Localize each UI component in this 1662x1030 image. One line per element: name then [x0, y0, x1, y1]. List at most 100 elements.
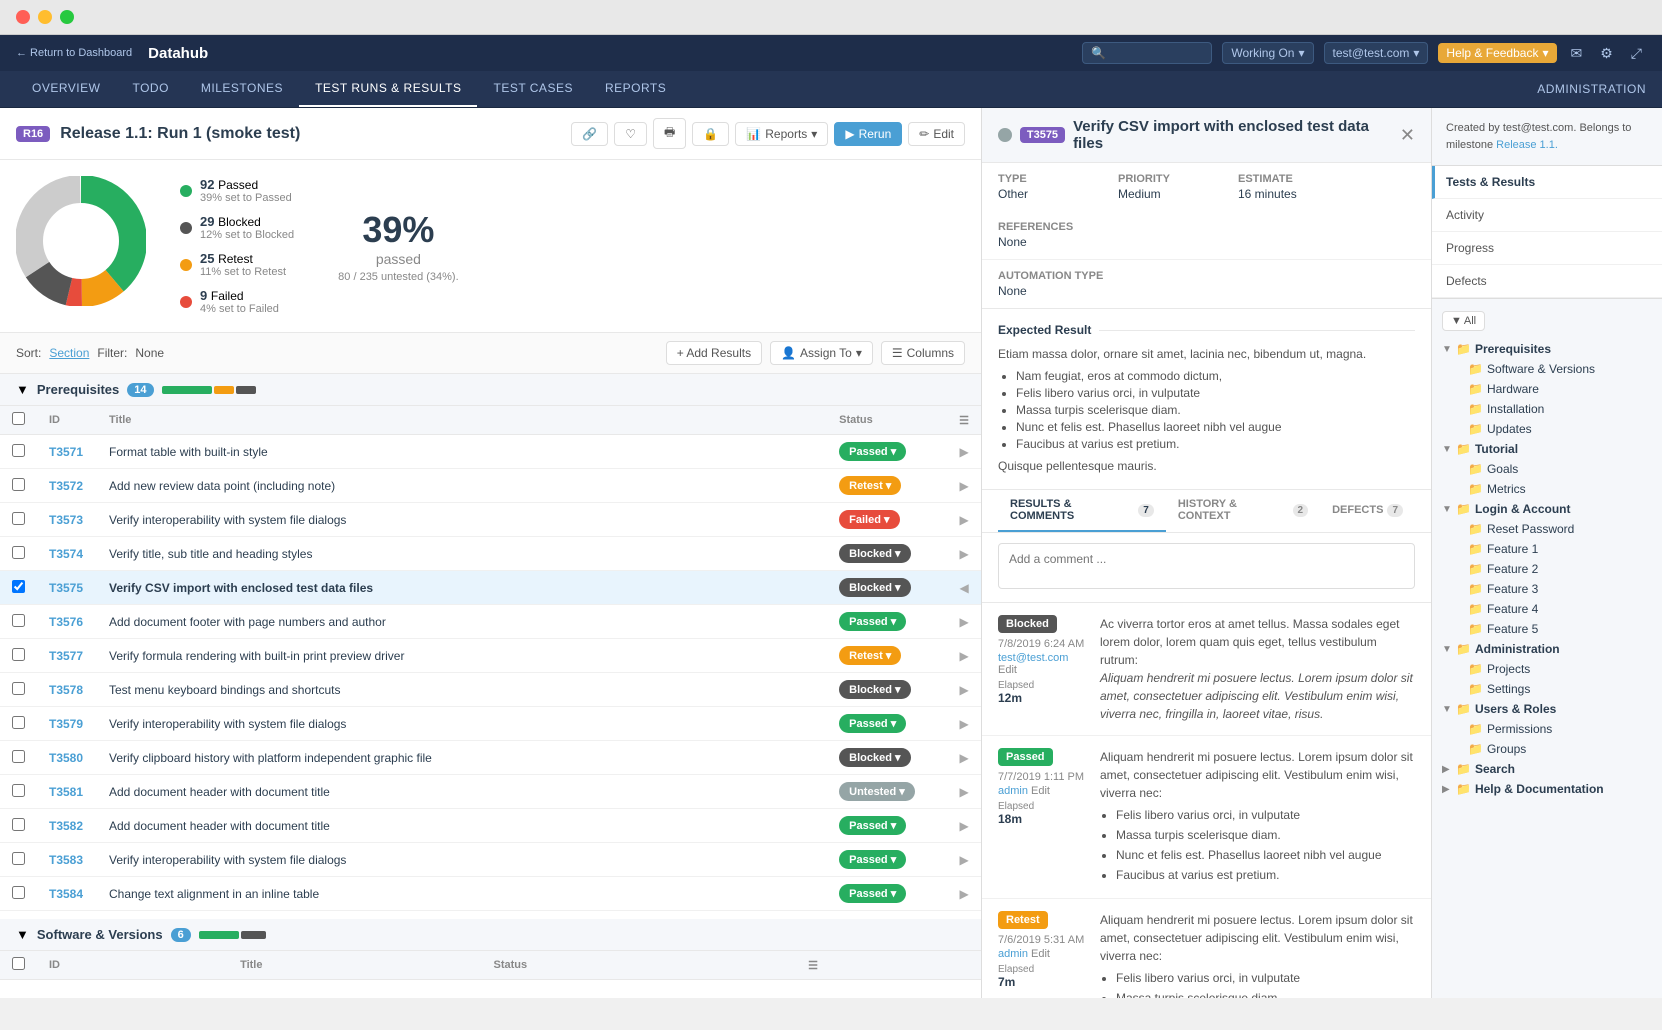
row-arrow[interactable]: ▶ [947, 537, 981, 571]
status-badge[interactable]: Blocked ▾ [839, 578, 910, 597]
row-arrow[interactable]: ▶ [947, 741, 981, 775]
help-feedback-button[interactable]: Help & Feedback ▾ [1438, 43, 1556, 63]
tree-item[interactable]: 📁 Hardware [1432, 379, 1662, 399]
reports-button[interactable]: 📊 Reports ▾ [735, 122, 828, 146]
section-software-versions[interactable]: ▼ Software & Versions 6 [0, 919, 981, 951]
tree-item[interactable]: ▼ 📁 Login & Account [1432, 499, 1662, 519]
tab-milestones[interactable]: MILESTONES [185, 71, 299, 107]
row-arrow[interactable]: ▶ [947, 605, 981, 639]
select-all-checkbox[interactable] [12, 412, 25, 425]
comment-input[interactable] [998, 543, 1415, 589]
table-row[interactable]: T3583 Verify interoperability with syste… [0, 843, 981, 877]
sort-section-link[interactable]: Section [49, 346, 89, 360]
row-checkbox[interactable] [12, 580, 25, 593]
table-row[interactable]: T3572 Add new review data point (includi… [0, 469, 981, 503]
table-row[interactable]: T3578 Test menu keyboard bindings and sh… [0, 673, 981, 707]
milestone-link[interactable]: Release 1.1. [1496, 139, 1558, 151]
tree-item[interactable]: 📁 Goals [1432, 459, 1662, 479]
result-user[interactable]: admin Edit [998, 785, 1088, 797]
share-icon-button[interactable]: 🔗 [571, 122, 608, 146]
row-status[interactable]: Retest ▾ [827, 639, 947, 673]
edit-link[interactable]: Edit [1031, 948, 1050, 960]
tree-item[interactable]: ▼ 📁 Users & Roles [1432, 699, 1662, 719]
tree-item[interactable]: 📁 Projects [1432, 659, 1662, 679]
row-arrow[interactable]: ▶ [947, 707, 981, 741]
settings-icon-button[interactable]: ⚙ [1596, 43, 1617, 64]
status-badge[interactable]: Passed ▾ [839, 714, 906, 733]
row-checkbox[interactable] [12, 716, 25, 729]
tree-item[interactable]: ▶ 📁 Search [1432, 759, 1662, 779]
favorite-icon-button[interactable]: ♡ [614, 122, 647, 146]
table-row[interactable]: T3573 Verify interoperability with syste… [0, 503, 981, 537]
table-row[interactable]: T3579 Verify interoperability with syste… [0, 707, 981, 741]
row-checkbox[interactable] [12, 682, 25, 695]
tab-history-context[interactable]: HISTORY & CONTEXT 2 [1166, 490, 1320, 532]
row-checkbox[interactable] [12, 818, 25, 831]
tree-item[interactable]: 📁 Permissions [1432, 719, 1662, 739]
row-status[interactable]: Blocked ▾ [827, 741, 947, 775]
table-row[interactable]: T3576 Add document footer with page numb… [0, 605, 981, 639]
row-status[interactable]: Failed ▾ [827, 503, 947, 537]
tree-item[interactable]: ▼ 📁 Administration [1432, 639, 1662, 659]
row-arrow[interactable]: ▶ [947, 843, 981, 877]
status-badge[interactable]: Failed ▾ [839, 510, 899, 529]
rp-tab-activity[interactable]: Activity [1432, 199, 1662, 232]
row-status[interactable]: Passed ▾ [827, 877, 947, 911]
row-status[interactable]: Passed ▾ [827, 605, 947, 639]
status-badge[interactable]: Passed ▾ [839, 884, 906, 903]
row-arrow[interactable]: ▶ [947, 435, 981, 469]
row-status[interactable]: Blocked ▾ [827, 537, 947, 571]
row-checkbox[interactable] [12, 852, 25, 865]
status-badge[interactable]: Retest ▾ [839, 476, 901, 495]
search-input[interactable] [1082, 42, 1212, 64]
row-status[interactable]: Blocked ▾ [827, 571, 947, 605]
row-checkbox[interactable] [12, 614, 25, 627]
row-checkbox[interactable] [12, 750, 25, 763]
result-user[interactable]: test@test.com Edit [998, 652, 1088, 676]
row-status[interactable]: Passed ▾ [827, 707, 947, 741]
tree-item[interactable]: 📁 Settings [1432, 679, 1662, 699]
mail-icon-button[interactable]: ✉ [1567, 43, 1587, 64]
table-row[interactable]: T3584 Change text alignment in an inline… [0, 877, 981, 911]
table-row[interactable]: T3577 Verify formula rendering with buil… [0, 639, 981, 673]
table-row[interactable]: T3574 Verify title, sub title and headin… [0, 537, 981, 571]
select-all-sw-checkbox[interactable] [12, 957, 25, 970]
assign-to-button[interactable]: 👤 Assign To ▾ [770, 341, 873, 365]
status-badge[interactable]: Retest ▾ [839, 646, 901, 665]
tree-item[interactable]: 📁 Installation [1432, 399, 1662, 419]
working-on-button[interactable]: Working On ▾ [1222, 42, 1313, 64]
tree-item[interactable]: 📁 Feature 4 [1432, 599, 1662, 619]
tab-todo[interactable]: TODO [116, 71, 184, 107]
table-row[interactable]: T3581 Add document header with document … [0, 775, 981, 809]
row-arrow[interactable]: ◀ [947, 571, 981, 605]
table-row[interactable]: T3582 Add document header with document … [0, 809, 981, 843]
status-badge[interactable]: Passed ▾ [839, 442, 906, 461]
edit-link[interactable]: Edit [998, 664, 1017, 676]
row-status[interactable]: Passed ▾ [827, 809, 947, 843]
row-status[interactable]: Blocked ▾ [827, 673, 947, 707]
status-badge[interactable]: Passed ▾ [839, 850, 906, 869]
row-checkbox[interactable] [12, 648, 25, 661]
table-row[interactable]: T3580 Verify clipboard history with plat… [0, 741, 981, 775]
status-badge[interactable]: Blocked ▾ [839, 680, 910, 699]
tree-item[interactable]: ▼ 📁 Prerequisites [1432, 339, 1662, 359]
tab-results-comments[interactable]: RESULTS & COMMENTS 7 [998, 490, 1166, 532]
status-badge[interactable]: Passed ▾ [839, 612, 906, 631]
row-checkbox[interactable] [12, 546, 25, 559]
user-menu-button[interactable]: test@test.com ▾ [1324, 42, 1429, 64]
print-icon-button[interactable]: 🖶 [653, 118, 686, 149]
lock-icon-button[interactable]: 🔒 [692, 122, 729, 146]
administration-link[interactable]: ADMINISTRATION [1537, 82, 1646, 96]
table-row[interactable]: T3575 Verify CSV import with enclosed te… [0, 571, 981, 605]
tree-item[interactable]: 📁 Software & Versions [1432, 359, 1662, 379]
rp-tab-progress[interactable]: Progress [1432, 232, 1662, 265]
row-status[interactable]: Retest ▾ [827, 469, 947, 503]
rp-tab-tests[interactable]: Tests & Results [1432, 166, 1662, 199]
row-status[interactable]: Untested ▾ [827, 775, 947, 809]
tree-all-button[interactable]: ▼ All [1442, 311, 1485, 331]
result-user[interactable]: admin Edit [998, 948, 1088, 960]
row-checkbox[interactable] [12, 478, 25, 491]
tree-item[interactable]: 📁 Updates [1432, 419, 1662, 439]
row-arrow[interactable]: ▶ [947, 503, 981, 537]
section-prerequisites[interactable]: ▼ Prerequisites 14 [0, 374, 981, 406]
